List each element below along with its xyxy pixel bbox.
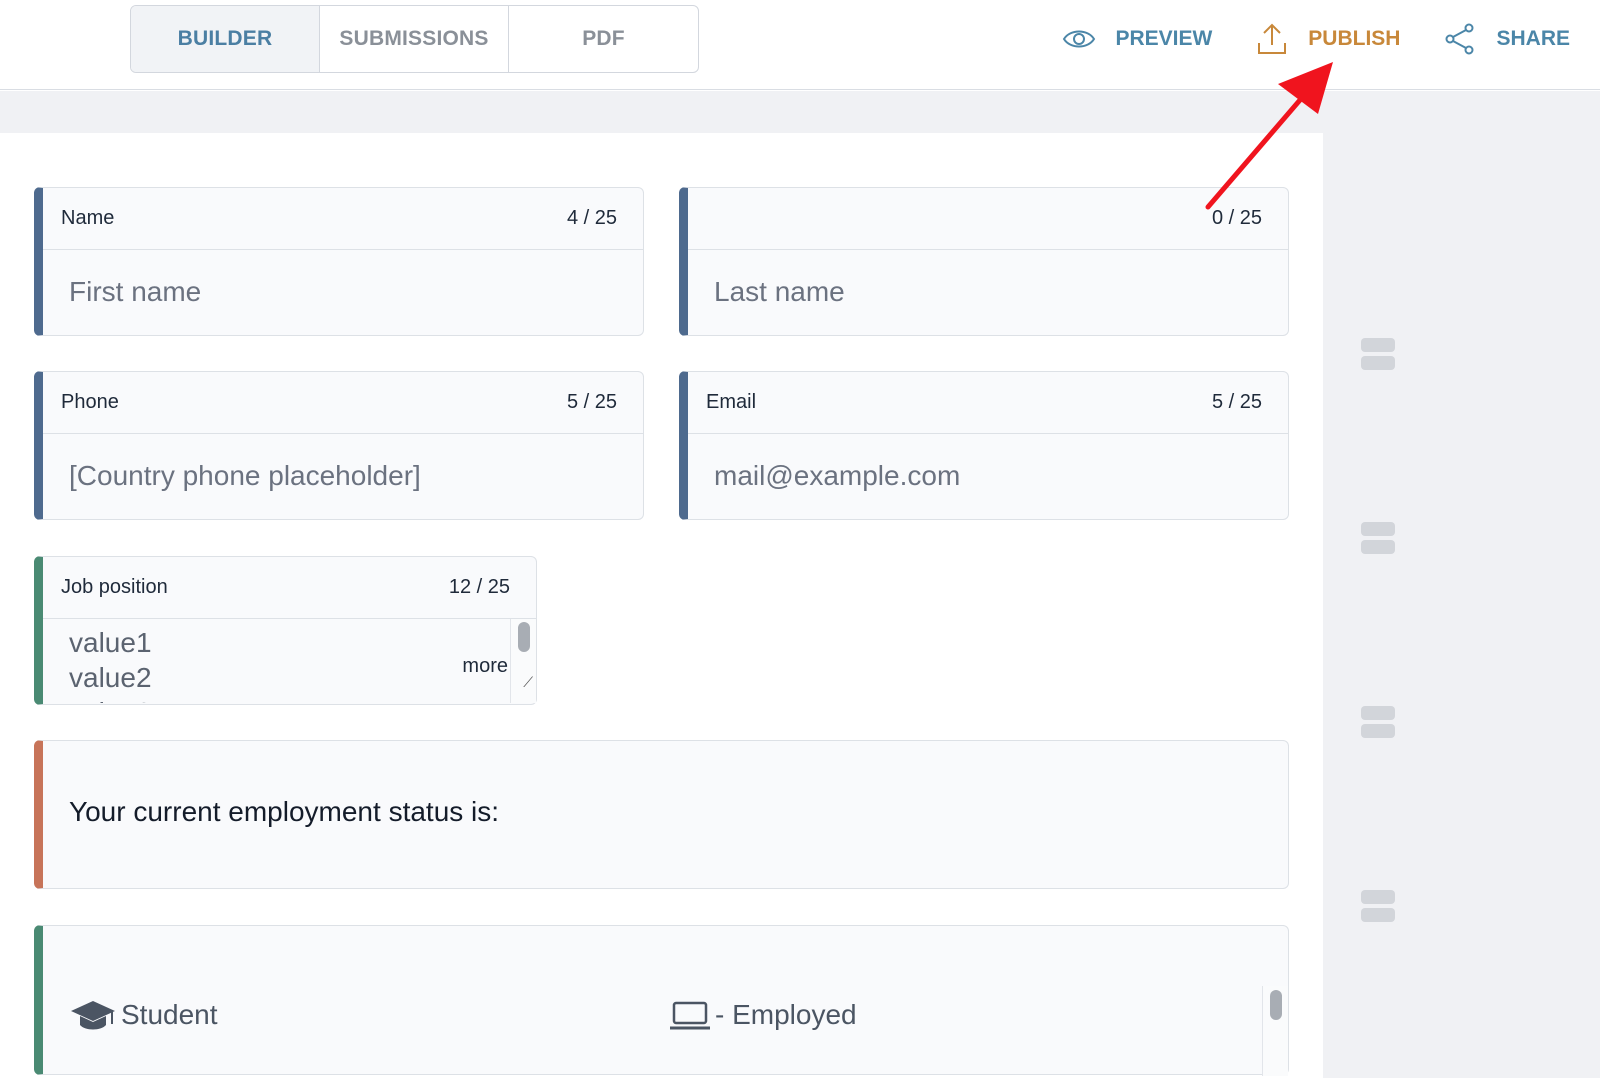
- canvas-top-strip: [0, 91, 1323, 133]
- job-position-textarea[interactable]: value1 value2 value3 more ⟋: [43, 619, 536, 703]
- builder-tabs: BUILDER SUBMISSIONS PDF: [130, 5, 699, 73]
- choice-scrollbar[interactable]: [1262, 986, 1288, 1076]
- row-drag-handle[interactable]: [1361, 522, 1395, 558]
- publish-button[interactable]: PUBLISH: [1254, 21, 1400, 57]
- employment-heading-block[interactable]: Your current employment status is:: [34, 740, 1289, 889]
- preview-button[interactable]: PREVIEW: [1061, 21, 1212, 57]
- employment-choice-block[interactable]: Student - Employed: [34, 925, 1289, 1076]
- field-header: Email 5 / 25: [688, 372, 1288, 434]
- toolbar-actions: PREVIEW PUBLISH SHARE: [1019, 18, 1570, 60]
- scrollbar-thumb[interactable]: [518, 622, 530, 652]
- top-toolbar: BUILDER SUBMISSIONS PDF PREVIEW PUBLISH …: [0, 0, 1600, 90]
- option-label: - Employed: [715, 999, 857, 1030]
- upload-icon: [1254, 21, 1290, 57]
- field-header: 0 / 25: [688, 188, 1288, 250]
- share-icon: [1442, 21, 1478, 57]
- graduation-cap-icon: [69, 998, 117, 1032]
- row-drag-handle[interactable]: [1361, 706, 1395, 742]
- char-counter: 0 / 25: [1211, 207, 1262, 229]
- first-name-field[interactable]: Name 4 / 25 First name: [34, 187, 644, 336]
- resize-grip-icon[interactable]: ⟋: [523, 665, 533, 700]
- textarea-scrollbar[interactable]: ⟋: [510, 619, 536, 703]
- option-value: value3: [69, 695, 536, 703]
- email-field[interactable]: Email 5 / 25 mail@example.com: [679, 371, 1289, 520]
- option-label: Student: [121, 999, 218, 1030]
- field-header: Phone 5 / 25: [43, 372, 643, 434]
- char-counter: 5 / 25: [566, 391, 617, 413]
- field-label: Job position: [61, 576, 168, 598]
- laptop-icon: [669, 998, 711, 1032]
- field-header: Job position 12 / 25: [43, 557, 536, 619]
- email-input[interactable]: mail@example.com: [688, 434, 1288, 518]
- row-handles-panel: [1323, 91, 1600, 1078]
- field-label: Phone: [61, 391, 119, 413]
- option-employed[interactable]: - Employed: [669, 998, 857, 1032]
- job-position-field[interactable]: Job position 12 / 25 value1 value2 value…: [34, 556, 537, 705]
- phone-input[interactable]: [Country phone placeholder]: [43, 434, 643, 518]
- scrollbar-thumb[interactable]: [1270, 990, 1282, 1020]
- field-label: Name: [61, 207, 115, 229]
- share-button[interactable]: SHARE: [1442, 21, 1570, 57]
- option-student[interactable]: Student: [69, 998, 218, 1032]
- eye-icon: [1061, 21, 1097, 57]
- field-header: Name 4 / 25: [43, 188, 643, 250]
- more-link[interactable]: more: [462, 649, 508, 684]
- field-label: Email: [706, 391, 757, 413]
- share-label: SHARE: [1496, 27, 1570, 50]
- char-counter: 12 / 25: [448, 576, 510, 598]
- row-drag-handle[interactable]: [1361, 338, 1395, 374]
- first-name-input[interactable]: First name: [43, 250, 643, 334]
- phone-field[interactable]: Phone 5 / 25 [Country phone placeholder]: [34, 371, 644, 520]
- row-drag-handle[interactable]: [1361, 890, 1395, 926]
- preview-label: PREVIEW: [1115, 27, 1213, 50]
- tab-pdf[interactable]: PDF: [509, 6, 698, 72]
- last-name-input[interactable]: Last name: [688, 250, 1288, 334]
- char-counter: 4 / 25: [566, 207, 617, 229]
- tab-submissions[interactable]: SUBMISSIONS: [320, 6, 509, 72]
- publish-label: PUBLISH: [1308, 27, 1401, 50]
- last-name-field[interactable]: 0 / 25 Last name: [679, 187, 1289, 336]
- employment-heading: Your current employment status is:: [69, 796, 500, 827]
- tab-builder[interactable]: BUILDER: [131, 6, 320, 72]
- char-counter: 5 / 25: [1211, 391, 1262, 413]
